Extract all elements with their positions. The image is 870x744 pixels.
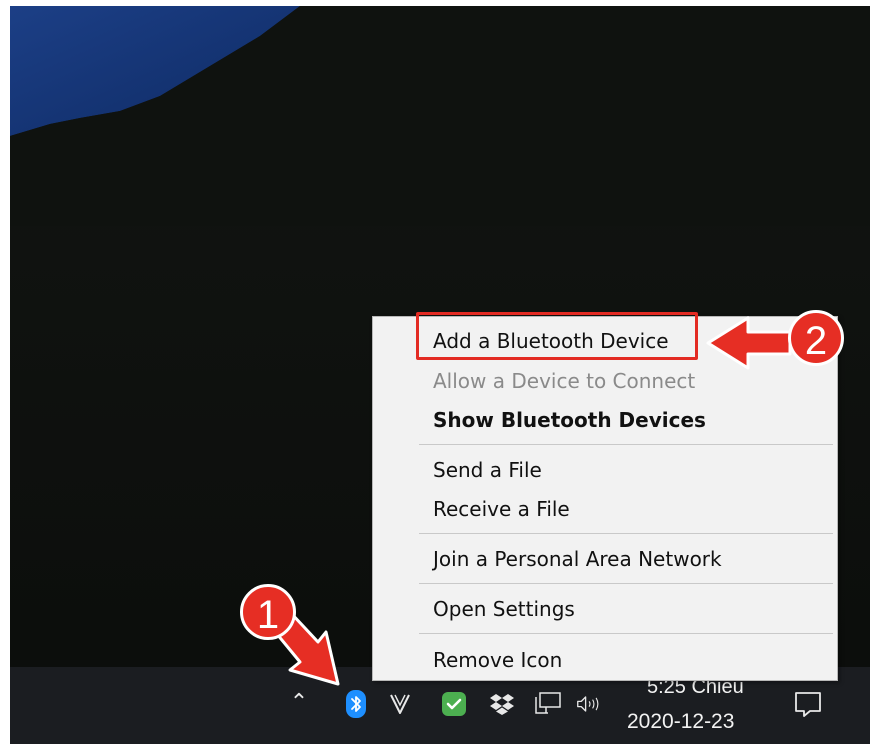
step-badge-2: 2	[788, 310, 844, 366]
arrow-2	[706, 316, 792, 370]
step-badge-1: 1	[240, 584, 296, 640]
annotation-arrows	[270, 316, 792, 686]
